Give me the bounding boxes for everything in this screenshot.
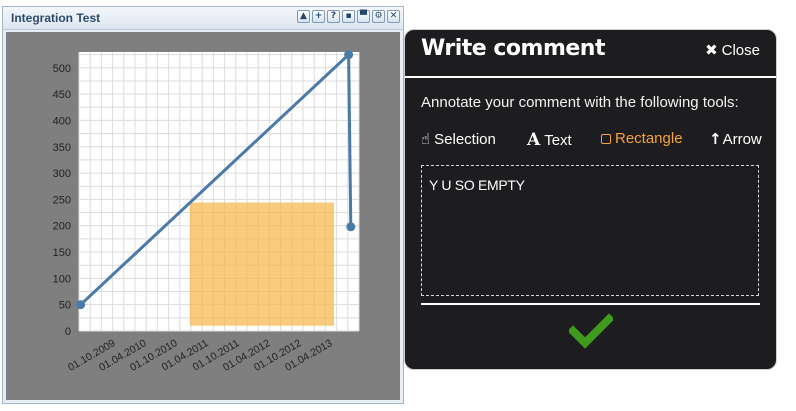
window-title-bar[interactable]: Integration Test ▲ + ? ▪ ▀ ⚙ ✕ [3,7,403,30]
panel-title: Write comment [421,36,605,61]
save-icon[interactable]: ▀ [357,10,370,23]
integration-test-window: Integration Test ▲ + ? ▪ ▀ ⚙ ✕ 0 50 100 150… [2,6,404,404]
divider [421,303,760,305]
data-point [76,300,86,310]
line-chart[interactable]: 05010015020025030035040045050001.10.2009… [6,32,402,402]
plus-icon[interactable]: + [312,10,325,23]
settings-icon[interactable]: ⚙ [372,10,385,23]
tool-label: Text [544,132,572,149]
divider [405,76,776,78]
pointer-hand-icon: ☝ [421,130,431,148]
close-button[interactable]: ✖ Close [705,41,760,59]
instruction-text: Annotate your comment with the following… [421,94,739,111]
window-title: Integration Test [11,11,101,25]
y-tick-label: 300 [53,168,71,180]
close-icon[interactable]: ✕ [387,10,400,23]
help-icon[interactable]: ? [327,10,340,23]
data-point [344,50,354,60]
y-tick-label: 350 [53,142,71,154]
confirm-button[interactable] [567,313,615,349]
tool-selection[interactable]: ☝ Selection [421,130,496,148]
text-icon: A [527,130,541,150]
window-toolbar: ▲ + ? ▪ ▀ ⚙ ✕ [297,10,400,23]
chart-area: 0 50 100 150 200 250 300 350 400 450 500 01.10.2009… [6,32,400,400]
y-tick-label: 250 [53,194,71,206]
checkmark-icon [567,313,615,349]
tool-label: Selection [434,131,496,148]
rectangle-icon [601,134,611,144]
tool-arrow[interactable]: ↑Arrow [709,130,762,148]
y-tick-label: 150 [53,247,71,259]
comment-icon[interactable]: ▪ [342,10,355,23]
y-tick-label: 200 [53,221,71,233]
y-tick-label: 100 [53,273,71,285]
y-tick-label: 500 [53,63,71,75]
y-tick-label: 50 [59,300,71,312]
close-label: Close [721,42,760,59]
tool-label: Rectangle [615,130,683,147]
y-tick-label: 400 [53,115,71,127]
annotation-rectangle [189,202,335,326]
data-point [346,222,356,232]
tool-rectangle[interactable]: Rectangle [601,130,683,147]
arrow-up-icon[interactable]: ▲ [297,10,310,23]
tool-text[interactable]: A Text [527,130,572,150]
y-tick-label: 450 [53,89,71,101]
close-icon: ✖ [705,41,718,59]
y-tick-label: 0 [65,326,71,338]
arrow-icon: ↑ [709,130,722,148]
comment-textarea[interactable]: Y U SO EMPTY [421,165,759,296]
tool-label: Arrow [722,131,762,148]
write-comment-panel: Write comment ✖ Close Annotate your comme… [404,29,777,370]
